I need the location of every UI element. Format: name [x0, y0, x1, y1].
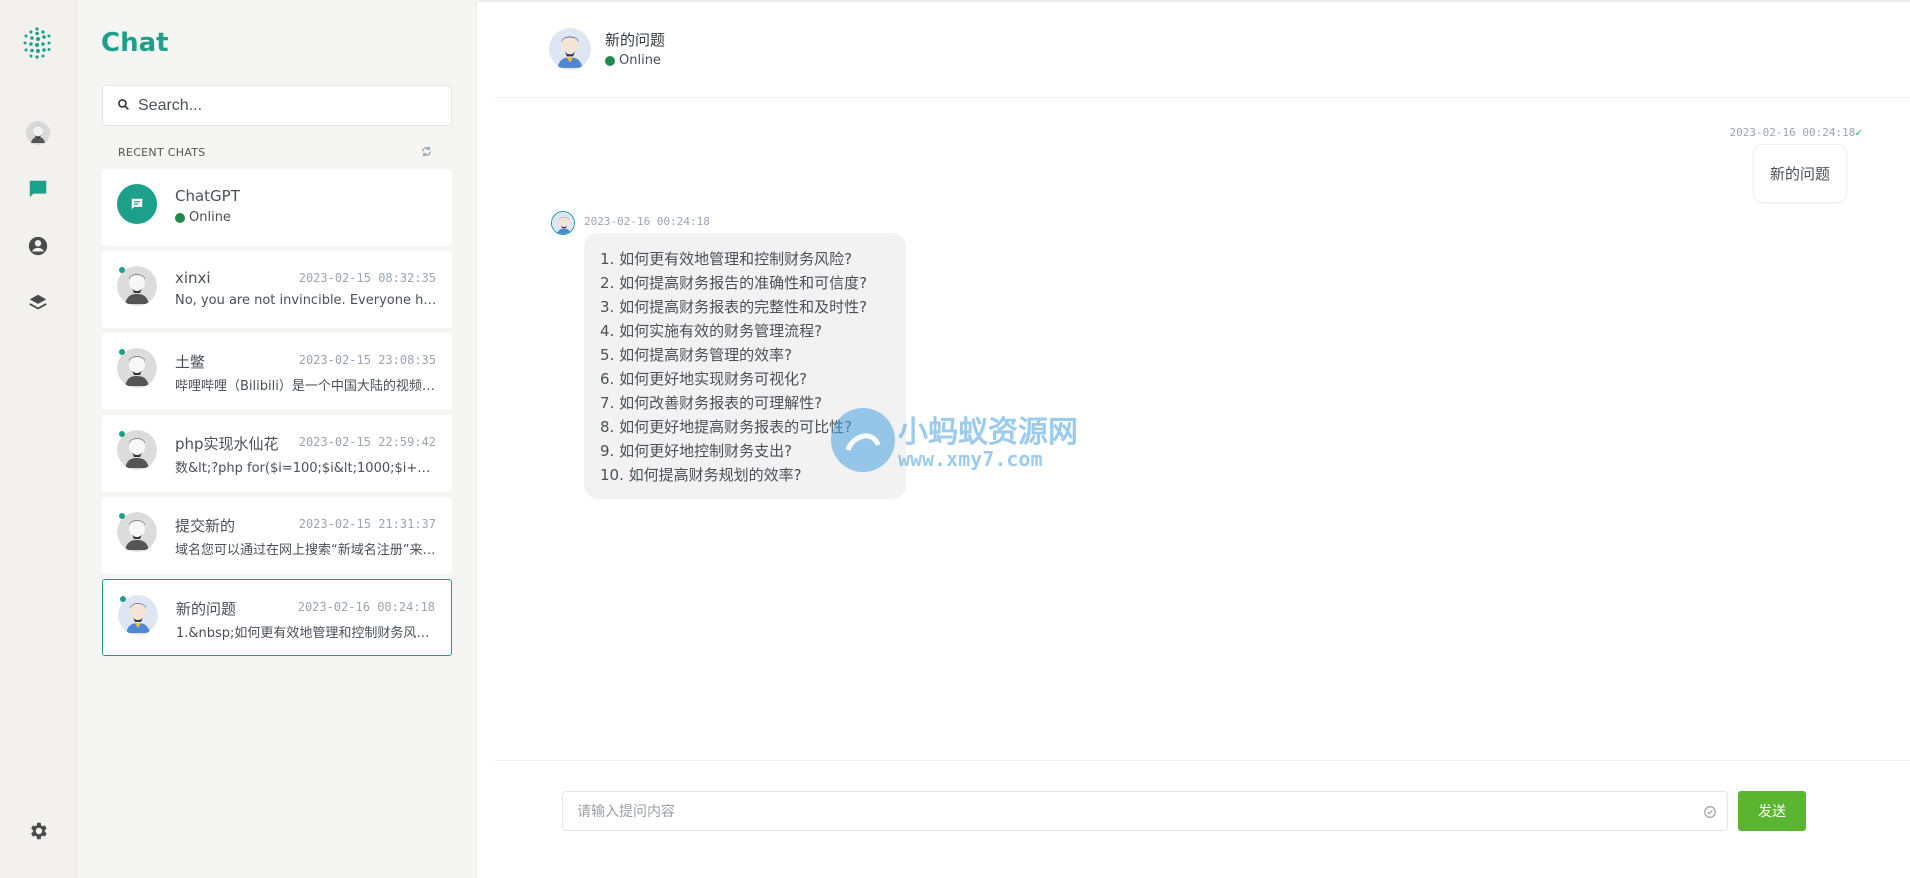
chat-item-tijiao[interactable]: 提交新的 2023-02-15 21:31:37 域名您可以通过在网上搜索“新域…	[102, 497, 452, 574]
search-input[interactable]	[138, 96, 438, 115]
message-line: 7. 如何改善财务报表的可理解性?	[600, 394, 823, 412]
chat-list-panel: Chat RECENT CHATS ChatGPT Online xinxi 2…	[77, 0, 477, 878]
composer: 发送	[494, 760, 1910, 878]
message-line: 1. 如何更有效地管理和控制财务风险?	[600, 250, 853, 268]
search-box[interactable]	[102, 85, 452, 126]
chat-name: php实现水仙花	[175, 435, 279, 453]
online-dot	[119, 267, 125, 273]
avatar-icon[interactable]	[26, 121, 50, 145]
bot-avatar	[117, 184, 157, 224]
incoming-timestamp: 2023-02-16 00:24:18	[584, 215, 710, 228]
chat-item-tubie[interactable]: 土鳖 2023-02-15 23:08:35 哔哩哔哩（Bilibili）是一个…	[102, 333, 452, 410]
refresh-icon[interactable]	[420, 143, 433, 162]
conversation-header: 新的问题 Online	[494, 2, 1910, 98]
message-input[interactable]	[577, 803, 1677, 819]
message-line: 2. 如何提高财务报告的准确性和可信度?	[600, 274, 868, 292]
chat-time: 2023-02-15 22:59:42	[298, 435, 436, 449]
message-line: 8. 如何更好地提高财务报表的可比性?	[600, 418, 853, 436]
conversation-pane: 新的问题 Online 2023-02-16 00:24:18✓ 新的问题 20…	[478, 0, 1910, 878]
chat-icon[interactable]	[26, 177, 50, 201]
chat-time: 2023-02-15 21:31:37	[298, 517, 436, 531]
online-dot	[605, 55, 615, 66]
conversation-status: Online	[605, 53, 661, 68]
conversation-title: 新的问题	[605, 31, 666, 49]
chat-name: 土鳖	[175, 353, 206, 371]
watermark-text: 小蚂蚁资源网	[898, 415, 1078, 450]
message-line: 4. 如何实施有效的财务管理流程?	[600, 322, 823, 340]
incoming-message: 1. 如何更有效地管理和控制财务风险? 2. 如何提高财务报告的准确性和可信度?…	[584, 233, 906, 499]
search-icon	[117, 96, 130, 115]
check-circle-icon	[1703, 804, 1717, 823]
chat-preview: 1.&nbsp;如何更有效地管理和控制财务风险？	[176, 626, 438, 641]
online-dot	[175, 212, 185, 223]
avatar[interactable]	[549, 28, 591, 70]
status-text: Online	[189, 210, 231, 225]
app-title: Chat	[101, 28, 169, 58]
message-line: 5. 如何提高财务管理的效率?	[600, 346, 793, 364]
chat-item-php[interactable]: php实现水仙花 2023-02-15 22:59:42 数&lt;?php f…	[102, 415, 452, 492]
chat-bubble-icon	[131, 198, 143, 210]
recent-chats-label: RECENT CHATS	[118, 146, 206, 159]
message-line: 3. 如何提高财务报表的完整性和及时性?	[600, 298, 868, 316]
logo-icon[interactable]	[21, 26, 53, 60]
chat-time: 2023-02-16 00:24:18	[297, 600, 435, 614]
chat-item-active[interactable]: 新的问题 2023-02-16 00:24:18 1.&nbsp;如何更有效地管…	[102, 579, 452, 656]
user-circle-icon[interactable]	[26, 234, 50, 258]
chat-item-xinxi[interactable]: xinxi 2023-02-15 08:32:35 No, you are no…	[102, 251, 452, 328]
send-button[interactable]: 发送	[1738, 791, 1806, 831]
online-dot	[119, 349, 125, 355]
chat-preview: No, you are not invincible. Everyone has…	[175, 293, 437, 308]
message-line: 10. 如何提高财务规划的效率?	[600, 466, 802, 484]
chat-preview: 域名您可以通过在网上搜索“新域名注册”来找到	[175, 543, 437, 558]
status-text: Online	[619, 53, 661, 68]
online-dot	[120, 596, 126, 602]
online-dot	[119, 513, 125, 519]
outgoing-message: 新的问题	[1752, 144, 1847, 203]
chat-preview: 数&lt;?php for($i=100;$i&lt;1000;$i++){	[175, 461, 437, 476]
watermark-url: www.xmy7.com	[898, 447, 1043, 471]
online-dot	[119, 431, 125, 437]
bot-message-avatar	[551, 211, 575, 235]
message-line: 6. 如何更好地实现财务可视化?	[600, 370, 808, 388]
chat-name: xinxi	[175, 269, 211, 287]
icon-rail	[0, 0, 77, 878]
chat-item-chatgpt[interactable]: ChatGPT Online	[102, 169, 452, 246]
timestamp-text: 2023-02-16 00:24:18	[1729, 126, 1856, 139]
chat-name: 提交新的	[175, 517, 236, 535]
chat-name: 新的问题	[176, 600, 237, 618]
chat-time: 2023-02-15 08:32:35	[298, 271, 436, 285]
chat-status: Online	[175, 210, 231, 225]
double-check-icon: ✓	[1855, 126, 1862, 139]
settings-icon[interactable]	[26, 819, 50, 843]
message-input-wrap[interactable]	[562, 791, 1728, 831]
layers-icon[interactable]	[26, 291, 50, 315]
chat-preview: 哔哩哔哩（Bilibili）是一个中国大陆的视频网站	[175, 379, 437, 394]
message-line: 9. 如何更好地控制财务支出?	[600, 442, 793, 460]
chat-time: 2023-02-15 23:08:35	[298, 353, 436, 367]
chat-name: ChatGPT	[175, 187, 240, 205]
outgoing-timestamp: 2023-02-16 00:24:18✓	[1730, 126, 1862, 139]
